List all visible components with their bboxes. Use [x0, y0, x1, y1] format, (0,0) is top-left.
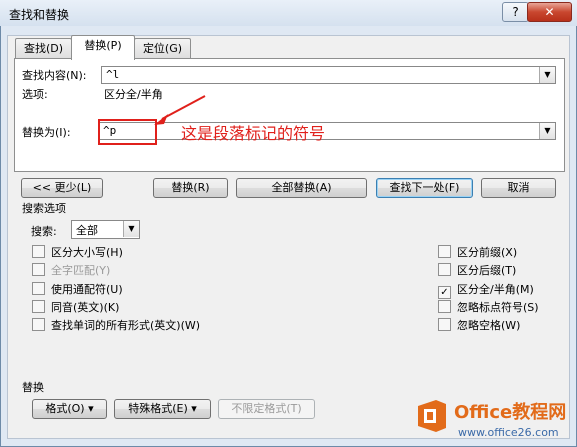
- find-next-button[interactable]: 查找下一处(F): [376, 178, 473, 198]
- option-checkbox-row[interactable]: 忽略空格(W): [438, 317, 520, 333]
- option-checkbox-row[interactable]: 区分后缀(T): [438, 262, 516, 278]
- option-label: 区分大小写(H): [51, 246, 123, 259]
- search-scope-label: 搜索:: [31, 225, 57, 238]
- option-label: 区分前缀(X): [457, 246, 518, 259]
- tab-find[interactable]: 查找(D): [15, 38, 72, 58]
- checkbox-icon[interactable]: [438, 245, 451, 258]
- checkbox-icon[interactable]: [32, 245, 45, 258]
- replace-label: 替换为(I):: [22, 126, 71, 139]
- help-button[interactable]: ?: [502, 2, 529, 22]
- tab-goto[interactable]: 定位(G): [134, 38, 191, 58]
- annotation-text: 这是段落标记的符号: [181, 124, 326, 143]
- checkbox-icon[interactable]: [32, 263, 45, 276]
- option-label: 区分全/半角(M): [457, 283, 534, 296]
- option-checkbox-row[interactable]: ✓ 区分全/半角(M): [438, 281, 534, 299]
- title-bar[interactable]: 查找和替换 ? ✕: [0, 0, 577, 26]
- option-label: 使用通配符(U): [51, 283, 123, 296]
- cancel-button[interactable]: 取消: [481, 178, 556, 198]
- replace-button[interactable]: 替换(R): [153, 178, 228, 198]
- find-input[interactable]: ^l ▼: [101, 66, 556, 84]
- search-scope-select[interactable]: 全部 ▼: [71, 220, 140, 239]
- find-label: 查找内容(N):: [22, 69, 87, 82]
- checkbox-icon[interactable]: [32, 318, 45, 331]
- less-button[interactable]: << 更少(L): [21, 178, 103, 198]
- checkbox-checked-icon[interactable]: ✓: [438, 286, 451, 299]
- checkbox-icon[interactable]: [438, 300, 451, 313]
- option-checkbox-row[interactable]: 全字匹配(Y): [32, 262, 110, 278]
- option-label: 忽略标点符号(S): [457, 301, 539, 314]
- no-formatting-button[interactable]: 不限定格式(T): [218, 399, 315, 419]
- special-format-button[interactable]: 特殊格式(E) ▾: [114, 399, 211, 419]
- office-logo-icon: [418, 400, 446, 432]
- watermark: Office教程网 www.office26.com: [414, 396, 577, 447]
- format-button[interactable]: 格式(O) ▾: [32, 399, 107, 419]
- find-dropdown-icon[interactable]: ▼: [539, 67, 555, 83]
- option-label: 区分后缀(T): [457, 264, 517, 277]
- find-value: ^l: [106, 68, 120, 81]
- options-label: 选项:: [22, 88, 48, 101]
- close-button[interactable]: ✕: [527, 2, 572, 22]
- watermark-url: www.office26.com: [458, 426, 559, 439]
- option-label: 全字匹配(Y): [51, 264, 111, 277]
- option-checkbox-row[interactable]: 使用通配符(U): [32, 281, 123, 297]
- option-checkbox-row[interactable]: 忽略标点符号(S): [438, 299, 539, 315]
- option-checkbox-row[interactable]: 同音(英文)(K): [32, 299, 119, 315]
- option-label: 同音(英文)(K): [51, 301, 120, 314]
- option-checkbox-row[interactable]: 区分前缀(X): [438, 244, 517, 260]
- checkbox-icon[interactable]: [438, 318, 451, 331]
- option-label: 查找单词的所有形式(英文)(W): [51, 319, 201, 332]
- replace-dropdown-icon[interactable]: ▼: [539, 123, 555, 139]
- annotation-highlight-box: [98, 119, 157, 145]
- search-scope-dropdown-icon[interactable]: ▼: [123, 221, 139, 237]
- checkbox-icon[interactable]: [438, 263, 451, 276]
- option-checkbox-row[interactable]: 查找单词的所有形式(英文)(W): [32, 317, 200, 333]
- option-checkbox-row[interactable]: 区分大小写(H): [32, 244, 123, 260]
- watermark-brand: Office教程网: [454, 402, 567, 423]
- search-scope-value: 全部: [76, 224, 98, 237]
- option-label: 忽略空格(W): [457, 319, 521, 332]
- replace-section-heading: 替换: [22, 381, 44, 394]
- dialog-title: 查找和替换: [9, 8, 70, 22]
- checkbox-icon[interactable]: [32, 300, 45, 313]
- tab-replace[interactable]: 替换(P): [71, 35, 135, 60]
- checkbox-icon[interactable]: [32, 282, 45, 295]
- replace-all-button[interactable]: 全部替换(A): [236, 178, 367, 198]
- search-options-heading: 搜索选项: [22, 202, 66, 215]
